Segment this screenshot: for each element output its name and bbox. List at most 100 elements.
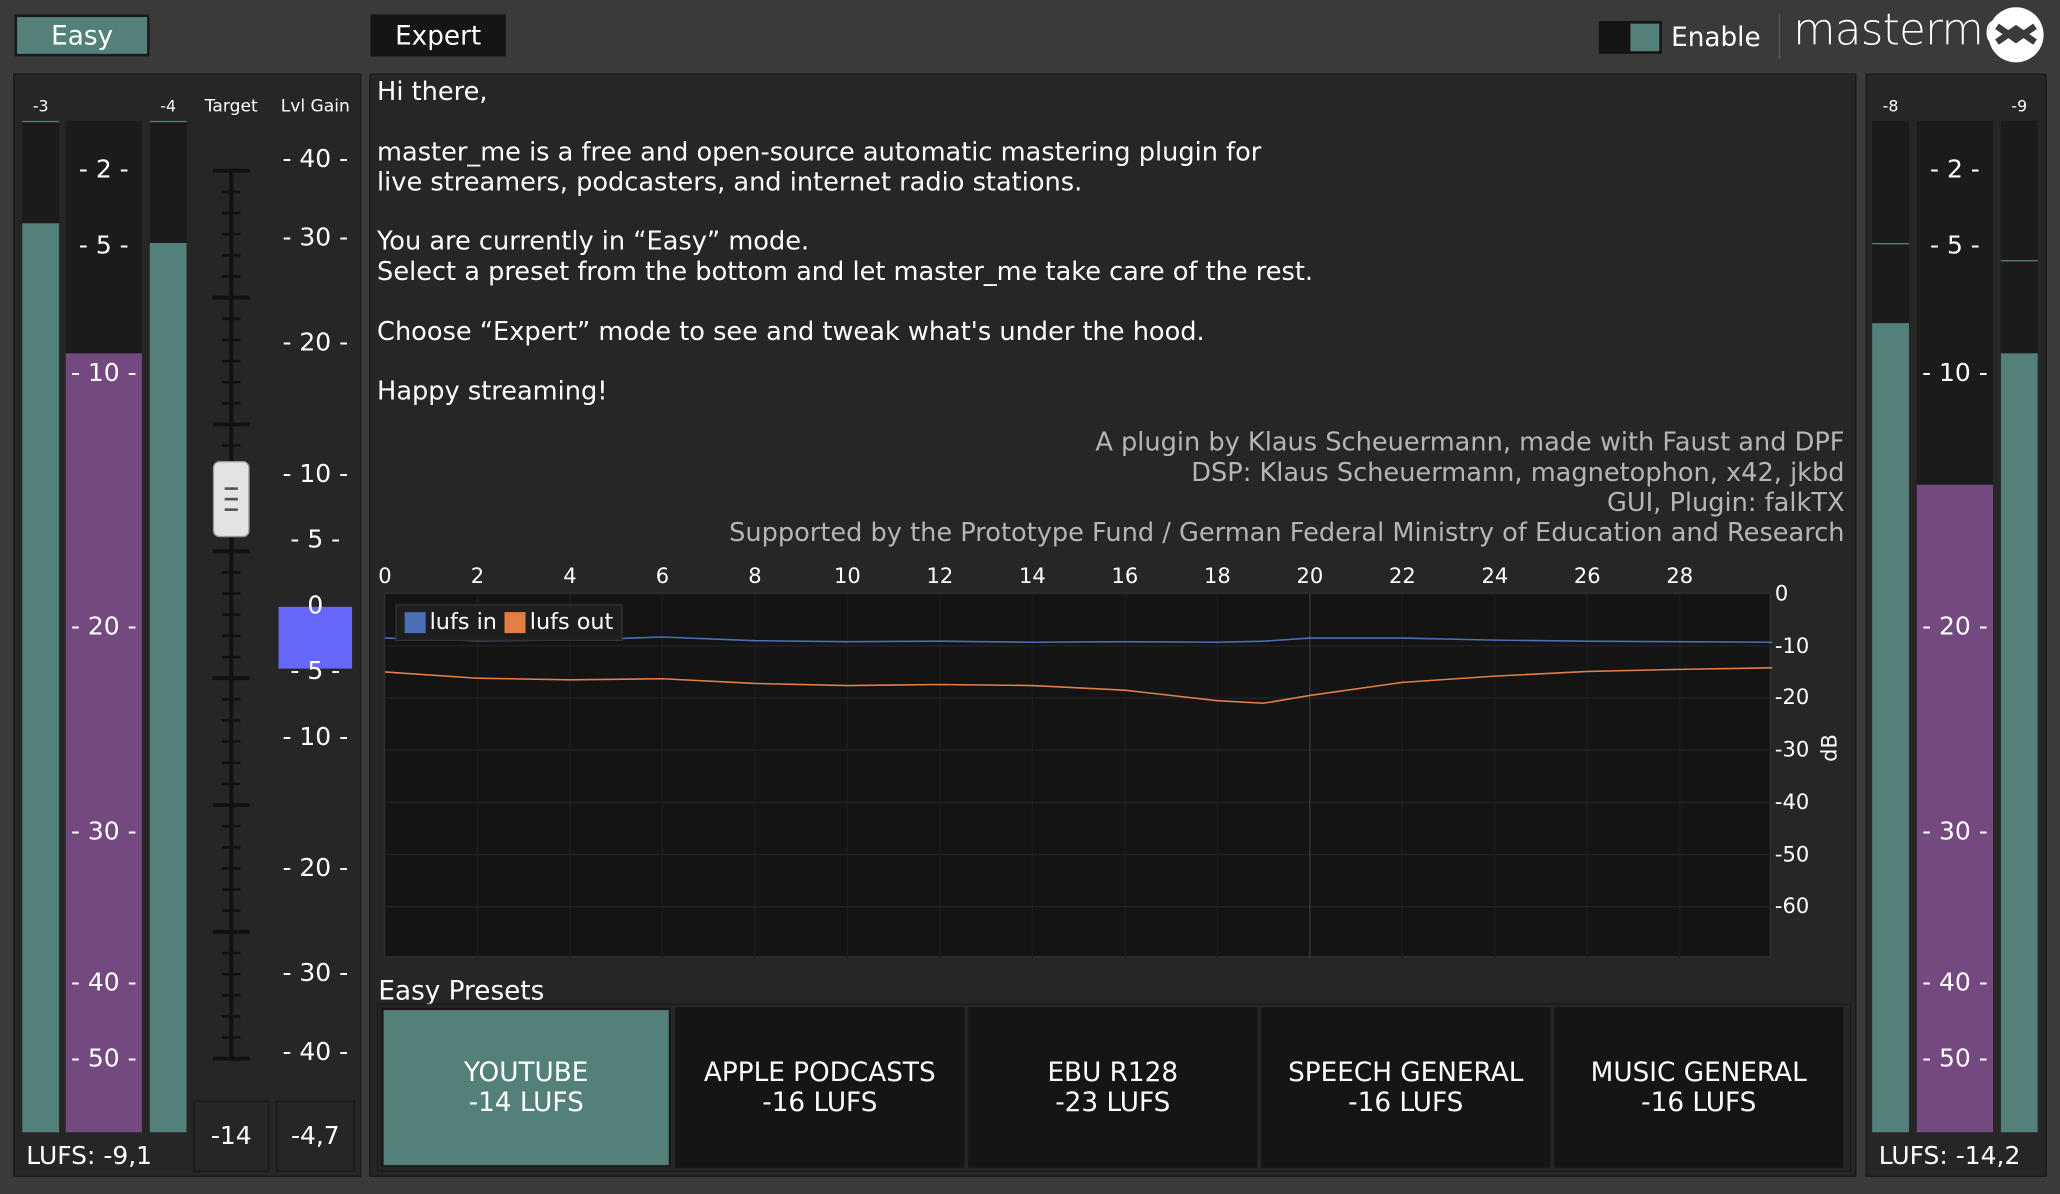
credit-line: A plugin by Klaus Scheuermann, made with… bbox=[1095, 426, 1845, 458]
input-lufs-readout: LUFS: -9,1 bbox=[26, 1141, 153, 1171]
peak-hold-line bbox=[2000, 260, 2038, 262]
header-divider bbox=[1778, 14, 1781, 60]
intro-text: You are currently in “Easy” mode. bbox=[377, 225, 810, 257]
preset-lufs: -14 LUFS bbox=[468, 1086, 584, 1118]
scale-label: - 50 - bbox=[70, 1044, 137, 1074]
lvl-gain-label: Lvl Gain bbox=[280, 97, 350, 117]
gain-scale-label: - 10 - bbox=[282, 722, 349, 752]
gain-scale-label: - 10 - bbox=[282, 459, 349, 489]
gain-scale-label: - 40 - bbox=[282, 144, 349, 174]
intro-text: master_me is a free and open-source auto… bbox=[377, 136, 1262, 167]
input-level-fill bbox=[1872, 323, 1909, 1133]
y-tick-label: -60 bbox=[1774, 893, 1810, 919]
preset-apple-podcasts[interactable]: APPLE PODCASTS -16 LUFS bbox=[675, 1007, 965, 1168]
y-tick-label: -10 bbox=[1774, 632, 1810, 658]
target-value[interactable]: -14 bbox=[193, 1100, 270, 1172]
enable-toggle[interactable] bbox=[1598, 21, 1662, 54]
x-tick-label: 2 bbox=[470, 563, 485, 589]
gain-scale-label: - 5 - bbox=[290, 525, 341, 555]
input-level-meter bbox=[22, 120, 60, 1133]
gain-scale-label: - 20 - bbox=[282, 853, 349, 883]
output-level-meter bbox=[2000, 120, 2038, 1133]
preset-lufs: -16 LUFS bbox=[1348, 1086, 1464, 1118]
preset-name: APPLE PODCASTS bbox=[703, 1056, 936, 1088]
y-tick-label: -30 bbox=[1774, 737, 1810, 763]
scale-label: - 2 - bbox=[78, 154, 129, 184]
x-tick-label: 12 bbox=[926, 563, 954, 589]
x-tick-label: 20 bbox=[1296, 563, 1324, 589]
lufs-history-chart: lufs in lufs out bbox=[383, 592, 1773, 959]
plugin-window: Easy Expert Enable masterme -3 -4 Target… bbox=[0, 0, 2060, 1194]
x-tick-label: 22 bbox=[1388, 563, 1416, 589]
preset-name: MUSIC GENERAL bbox=[1590, 1056, 1807, 1088]
preset-name: SPEECH GENERAL bbox=[1288, 1056, 1524, 1088]
scale-label: - 50 - bbox=[1922, 1044, 1988, 1074]
gain-value: -4,7 bbox=[275, 1100, 355, 1172]
y-tick-label: -50 bbox=[1774, 841, 1810, 867]
intro-text: Choose “Expert” mode to see and tweak wh… bbox=[377, 316, 1205, 347]
gain-scale-label: - 40 - bbox=[282, 1037, 349, 1067]
expert-mode-button[interactable]: Expert bbox=[370, 14, 506, 57]
x-tick-label: 26 bbox=[1573, 563, 1601, 589]
scale-label: - 30 - bbox=[1922, 817, 1988, 846]
preset-speech-general[interactable]: SPEECH GENERAL -16 LUFS bbox=[1261, 1007, 1551, 1168]
input-lufs-fill bbox=[65, 353, 142, 1133]
presets-title: Easy Presets bbox=[378, 974, 545, 1007]
legend-swatch-lufs-in bbox=[404, 612, 426, 634]
y-tick-label: -40 bbox=[1774, 789, 1810, 815]
x-tick-label: 18 bbox=[1203, 563, 1231, 589]
scale-label: - 30 - bbox=[70, 817, 137, 846]
grip-icon bbox=[224, 497, 238, 501]
gain-scale-label: 0 bbox=[307, 591, 324, 620]
preset-ebu-r128[interactable]: EBU R128 -23 LUFS bbox=[968, 1007, 1258, 1168]
preset-lufs: -16 LUFS bbox=[1641, 1086, 1757, 1118]
gain-scale-label: - 30 - bbox=[282, 223, 349, 253]
preset-lufs: -23 LUFS bbox=[1055, 1086, 1171, 1118]
scale-label: - 2 - bbox=[1930, 154, 1980, 184]
target-slider-handle[interactable] bbox=[212, 461, 250, 538]
logo-icon bbox=[1986, 5, 2045, 64]
preset-name: YOUTUBE bbox=[463, 1056, 589, 1088]
preset-youtube[interactable]: YOUTUBE -14 LUFS bbox=[380, 1007, 672, 1168]
peak-hold-line bbox=[1872, 243, 1909, 245]
intro-text: Select a preset from the bottom and let … bbox=[377, 256, 1314, 287]
y-tick-label: 0 bbox=[1774, 580, 1789, 606]
chart-legend: lufs in lufs out bbox=[395, 604, 623, 642]
output-level-meter bbox=[149, 120, 187, 1133]
scale-label: - 40 - bbox=[1922, 968, 1988, 997]
credit-line: GUI, Plugin: falkTX bbox=[1607, 487, 1845, 518]
lufs-history-plot bbox=[384, 593, 1773, 959]
intro-text: live streamers, podcasters, and internet… bbox=[377, 166, 1083, 198]
input-peak-value: -3 bbox=[32, 97, 49, 116]
target-slider-ticks bbox=[212, 168, 250, 1061]
target-slider[interactable] bbox=[197, 158, 265, 1072]
scale-label: - 20 - bbox=[70, 612, 137, 642]
legend-label-lufs-in: lufs in bbox=[429, 609, 497, 636]
legend-swatch-lufs-out bbox=[504, 612, 526, 634]
preset-music-general[interactable]: MUSIC GENERAL -16 LUFS bbox=[1554, 1007, 1844, 1168]
x-tick-label: 6 bbox=[655, 563, 670, 589]
scale-label: - 10 - bbox=[1922, 358, 1988, 388]
input-level-fill bbox=[22, 223, 60, 1133]
gain-scale-label: - 30 - bbox=[282, 958, 349, 988]
enable-label: Enable bbox=[1671, 21, 1761, 53]
output-lufs-readout: LUFS: -14,2 bbox=[1878, 1141, 2021, 1171]
gain-scale-label: - 20 - bbox=[282, 328, 349, 358]
output-peak-value: -9 bbox=[2011, 97, 2028, 116]
y-tick-label: -20 bbox=[1774, 684, 1810, 710]
x-tick-label: 8 bbox=[748, 563, 762, 589]
x-tick-label: 14 bbox=[1018, 563, 1046, 589]
easy-mode-button[interactable]: Easy bbox=[14, 14, 150, 57]
preset-name: EBU R128 bbox=[1047, 1056, 1179, 1088]
credit-line: DSP: Klaus Scheuermann, magnetophon, x42… bbox=[1191, 457, 1845, 488]
scale-label: - 5 - bbox=[78, 231, 129, 261]
scale-label: - 10 - bbox=[70, 358, 137, 388]
x-tick-label: 0 bbox=[378, 563, 392, 589]
scale-label: - 40 - bbox=[70, 968, 137, 997]
input-peak-value: -8 bbox=[1882, 97, 1899, 116]
x-tick-label: 28 bbox=[1666, 563, 1694, 589]
intro-greeting: Hi there, bbox=[377, 76, 488, 107]
x-tick-label: 16 bbox=[1111, 563, 1139, 589]
target-label: Target bbox=[204, 97, 258, 117]
credit-line: Supported by the Prototype Fund / German… bbox=[729, 517, 1845, 548]
